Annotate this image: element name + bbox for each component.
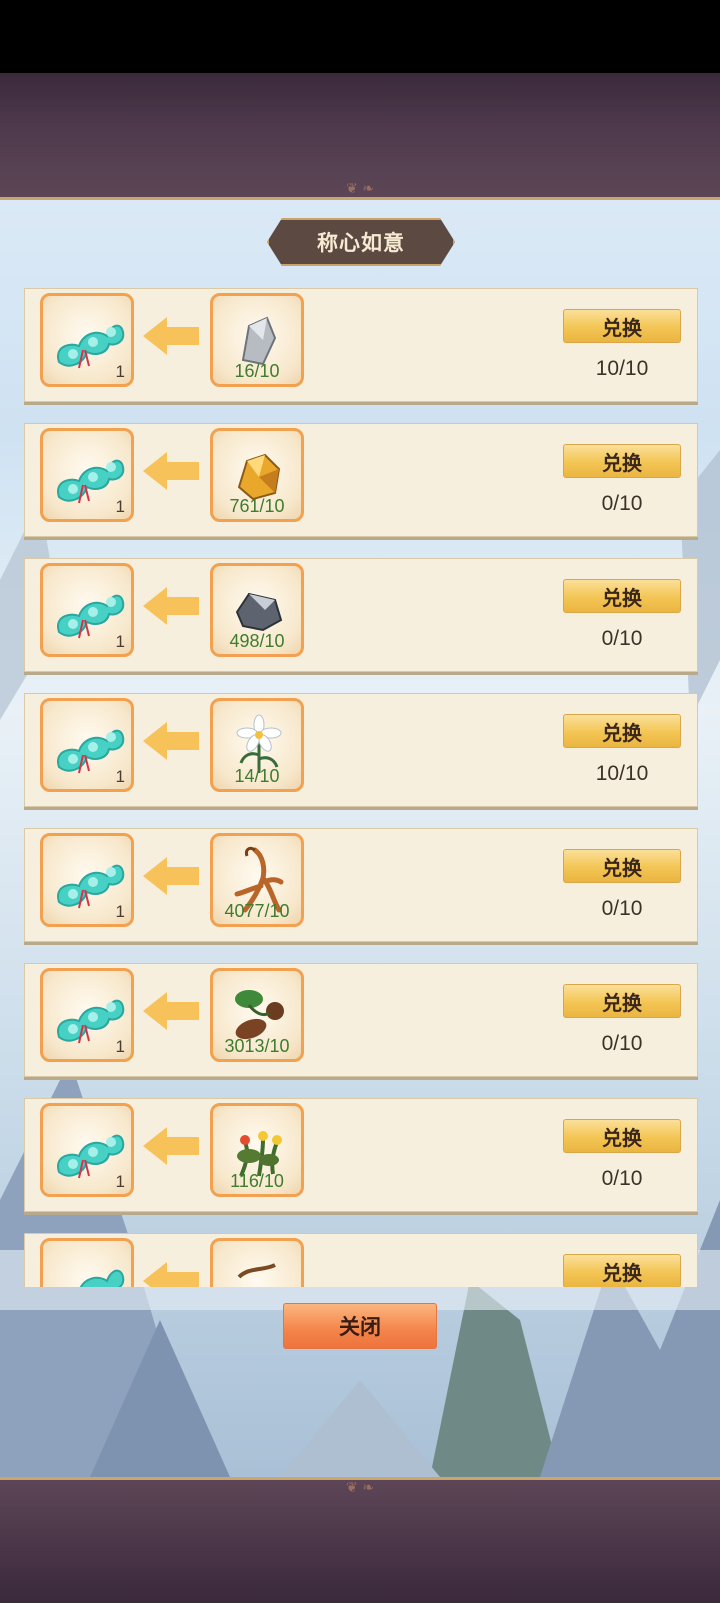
cost-count: 3013/10 (224, 1036, 290, 1056)
exchange-button[interactable]: 兑换 (563, 714, 681, 748)
cost-count: 14/10 (234, 766, 280, 786)
exchange-button[interactable]: 兑换 (563, 1119, 681, 1153)
exchange-button[interactable]: 兑换 (563, 444, 681, 478)
exchange-progress: 10/10 (595, 762, 649, 785)
reward-slot[interactable]: 1 (40, 428, 134, 522)
cost-count: 4077/10 (224, 901, 290, 921)
reward-slot[interactable]: 1 (40, 833, 134, 927)
arrow-left-icon (143, 452, 199, 490)
title-plaque: 称心如意 (267, 218, 455, 266)
arrow-left-icon (143, 317, 199, 355)
reward-count: 1 (115, 632, 125, 651)
exchange-row: 1 116/10 兑换 0/10 (24, 1098, 698, 1212)
cost-count: 498/10 (229, 631, 285, 651)
reward-slot[interactable] (40, 1238, 134, 1287)
exchange-row: 1 3013/10 兑换 0/10 (24, 963, 698, 1077)
close-button[interactable]: 关闭 (283, 1303, 437, 1349)
top-frame: ❦ ❧ (0, 73, 720, 200)
exchange-row: 1 761/10 兑换 0/10 (24, 423, 698, 537)
frame-ornament-top: ❦ ❧ (346, 181, 374, 197)
herb-icon (237, 1263, 276, 1279)
arrow-left-icon (143, 1127, 199, 1165)
cost-count: 761/10 (229, 496, 285, 516)
exchange-progress: 10/10 (595, 357, 649, 380)
exchange-button[interactable]: 兑换 (563, 579, 681, 613)
arrow-left-icon (143, 722, 199, 760)
exchange-button[interactable]: 兑换 (563, 309, 681, 343)
exchange-progress: 0/10 (601, 897, 643, 920)
reward-slot[interactable]: 1 (40, 698, 134, 792)
exchange-row: 1 4077/10 兑换 0/10 (24, 828, 698, 942)
cost-slot[interactable]: 14/10 (210, 698, 304, 792)
cost-slot[interactable]: 4077/10 (210, 833, 304, 927)
exchange-button[interactable]: 兑换 (563, 1254, 681, 1287)
cost-count: 16/10 (234, 361, 280, 381)
exchange-progress: 0/10 (601, 492, 643, 515)
reward-count: 1 (115, 902, 125, 921)
exchange-row: 1 14/10 兑换 10/10 (24, 693, 698, 807)
reward-count: 1 (115, 497, 125, 516)
reward-count: 1 (115, 362, 125, 381)
exchange-button[interactable]: 兑换 (563, 984, 681, 1018)
exchange-button[interactable]: 兑换 (563, 849, 681, 883)
page-title: 称心如意 (317, 231, 405, 255)
reward-count: 1 (115, 1037, 125, 1056)
status-bar (0, 0, 720, 73)
exchange-progress: 0/10 (601, 1167, 643, 1190)
reward-slot[interactable]: 1 (40, 1103, 134, 1197)
cost-slot[interactable]: 116/10 (210, 1103, 304, 1197)
arrow-left-icon (143, 587, 199, 625)
cost-count: 116/10 (230, 1171, 284, 1191)
cost-slot[interactable] (210, 1238, 304, 1287)
arrow-left-icon (143, 857, 199, 895)
exchange-progress: 0/10 (601, 1032, 643, 1055)
frame-ornament-bottom: ❦ ❧ (346, 1480, 374, 1496)
cost-slot[interactable]: 498/10 (210, 563, 304, 657)
cost-slot[interactable]: 761/10 (210, 428, 304, 522)
exchange-progress: 0/10 (601, 627, 643, 650)
reward-slot[interactable]: 1 (40, 563, 134, 657)
reward-slot[interactable]: 1 (40, 968, 134, 1062)
exchange-row: 1 498/10 兑换 0/10 (24, 558, 698, 672)
reward-slot[interactable]: 1 (40, 293, 134, 387)
arrow-left-icon (143, 1262, 199, 1287)
exchange-list[interactable]: 1 16/10 兑换 10/10 1 761/10 兑换 0/10 1 498/… (24, 288, 698, 1287)
reward-count: 1 (115, 767, 125, 786)
reward-count: 1 (115, 1172, 125, 1191)
bottom-frame: ❦ ❧ (0, 1477, 720, 1603)
cost-slot[interactable]: 3013/10 (210, 968, 304, 1062)
arrow-left-icon (143, 992, 199, 1030)
ruyi-cloud-scepter-icon (79, 1269, 125, 1287)
exchange-row: 兑换 (24, 1233, 698, 1287)
cost-slot[interactable]: 16/10 (210, 293, 304, 387)
exchange-row: 1 16/10 兑换 10/10 (24, 288, 698, 402)
